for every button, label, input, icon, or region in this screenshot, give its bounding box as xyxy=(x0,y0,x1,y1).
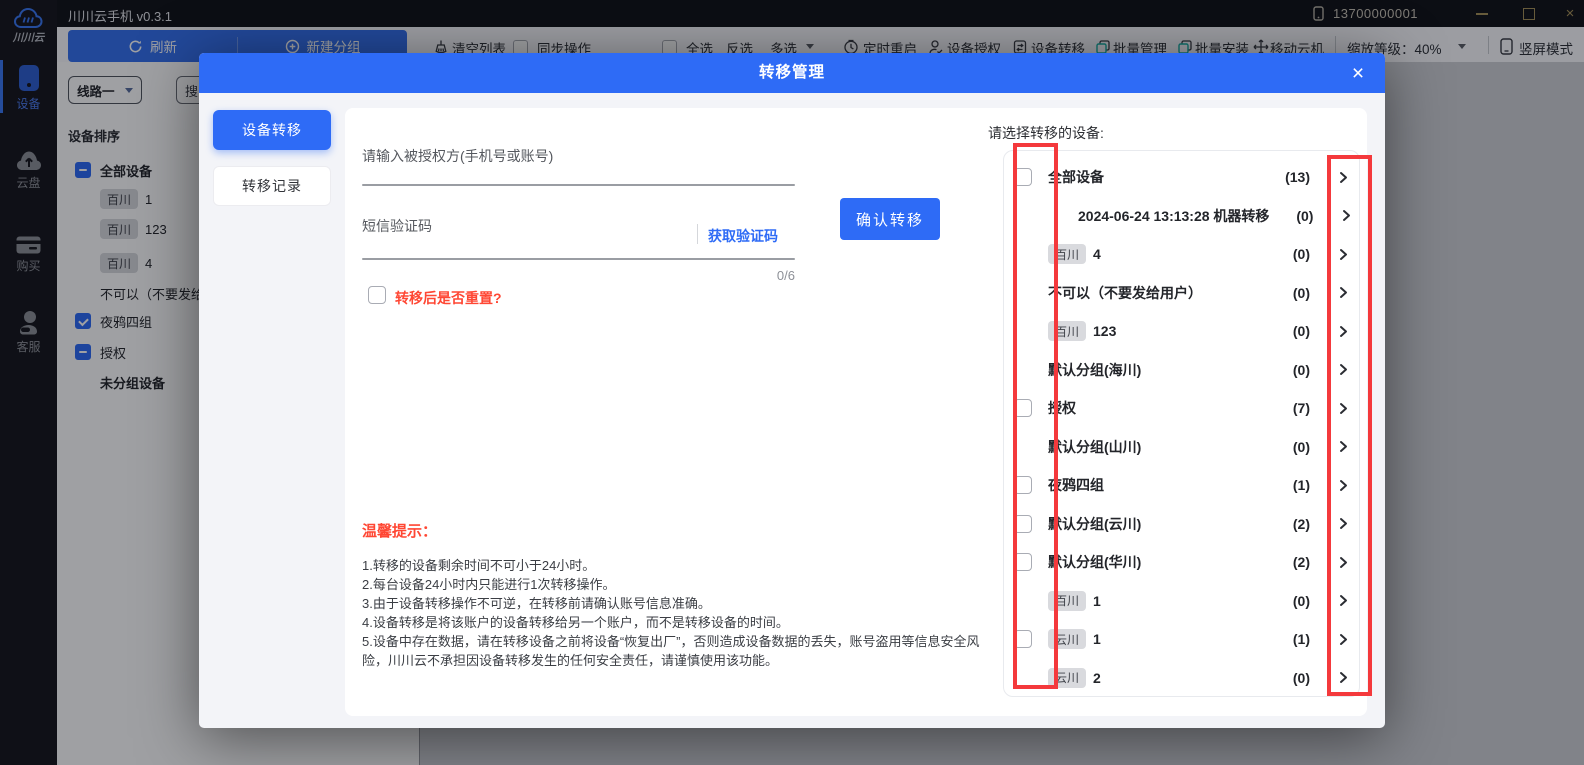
tips-title: 温馨提示： xyxy=(362,520,437,541)
authorizee-field-placeholder: 请输入被授权方(手机号或账号) xyxy=(362,146,553,166)
reset-after-transfer-label[interactable]: 转移后是否重置? xyxy=(395,288,502,308)
annotation-rect-checkbox-column xyxy=(1013,143,1058,689)
device-count: (1) xyxy=(1266,631,1310,647)
authorizee-input[interactable] xyxy=(362,184,795,186)
device-count: (2) xyxy=(1266,516,1310,532)
tip-line: 1.转移的设备剩余时间不可小于24小时。 xyxy=(362,556,990,575)
transfer-card: 请输入被授权方(手机号或账号) 短信验证码 获取验证码 0/6 转移后是否重置?… xyxy=(345,108,1367,716)
device-count: (0) xyxy=(1266,670,1310,686)
device-count: (0) xyxy=(1266,246,1310,262)
device-count: (0) xyxy=(1266,323,1310,339)
device-count: (7) xyxy=(1266,400,1310,416)
device-count: (1) xyxy=(1266,477,1310,493)
sms-code-counter: 0/6 xyxy=(362,268,795,283)
transfer-management-modal: 转移管理 × 设备转移 转移记录 请输入被授权方(手机号或账号) 短信验证码 获… xyxy=(199,53,1385,728)
device-count: (0) xyxy=(1266,593,1310,609)
device-count: (0) xyxy=(1266,362,1310,378)
tab-transfer-records[interactable]: 转移记录 xyxy=(213,166,331,206)
confirm-transfer-button[interactable]: 确认转移 xyxy=(840,198,940,240)
tip-line: 2.每台设备24小时内只能进行1次转移操作。 xyxy=(362,575,990,594)
sms-code-input[interactable] xyxy=(362,258,795,260)
device-count: (0) xyxy=(1266,439,1310,455)
tips-list: 1.转移的设备剩余时间不可小于24小时。 2.每台设备24小时内只能进行1次转移… xyxy=(362,556,990,670)
annotation-rect-chevron-column xyxy=(1327,155,1372,696)
modal-title: 转移管理 xyxy=(199,53,1385,93)
tip-line: 4.设备转移是将该账户的设备转移给另一个账户，而不是转移设备的时间。 xyxy=(362,613,990,632)
device-count: (0) xyxy=(1269,208,1313,224)
reset-after-transfer-checkbox[interactable] xyxy=(368,286,386,304)
sms-code-field-placeholder: 短信验证码 xyxy=(362,216,432,236)
tip-line: 5.设备中存在数据，请在转移设备之前将设备“恢复出厂”，否则造成设备数据的丢失，… xyxy=(362,632,990,670)
tip-line: 3.由于设备转移操作不可逆，在转移前请确认账号信息准确。 xyxy=(362,594,990,613)
device-count: (0) xyxy=(1266,285,1310,301)
get-code-link[interactable]: 获取验证码 xyxy=(708,226,778,246)
device-count: (13) xyxy=(1266,169,1310,185)
tab-device-transfer[interactable]: 设备转移 xyxy=(213,110,331,150)
device-list-header: 请选择转移的设备: xyxy=(988,123,1104,143)
modal-close-icon[interactable]: × xyxy=(1345,61,1371,87)
device-count: (2) xyxy=(1266,554,1310,570)
